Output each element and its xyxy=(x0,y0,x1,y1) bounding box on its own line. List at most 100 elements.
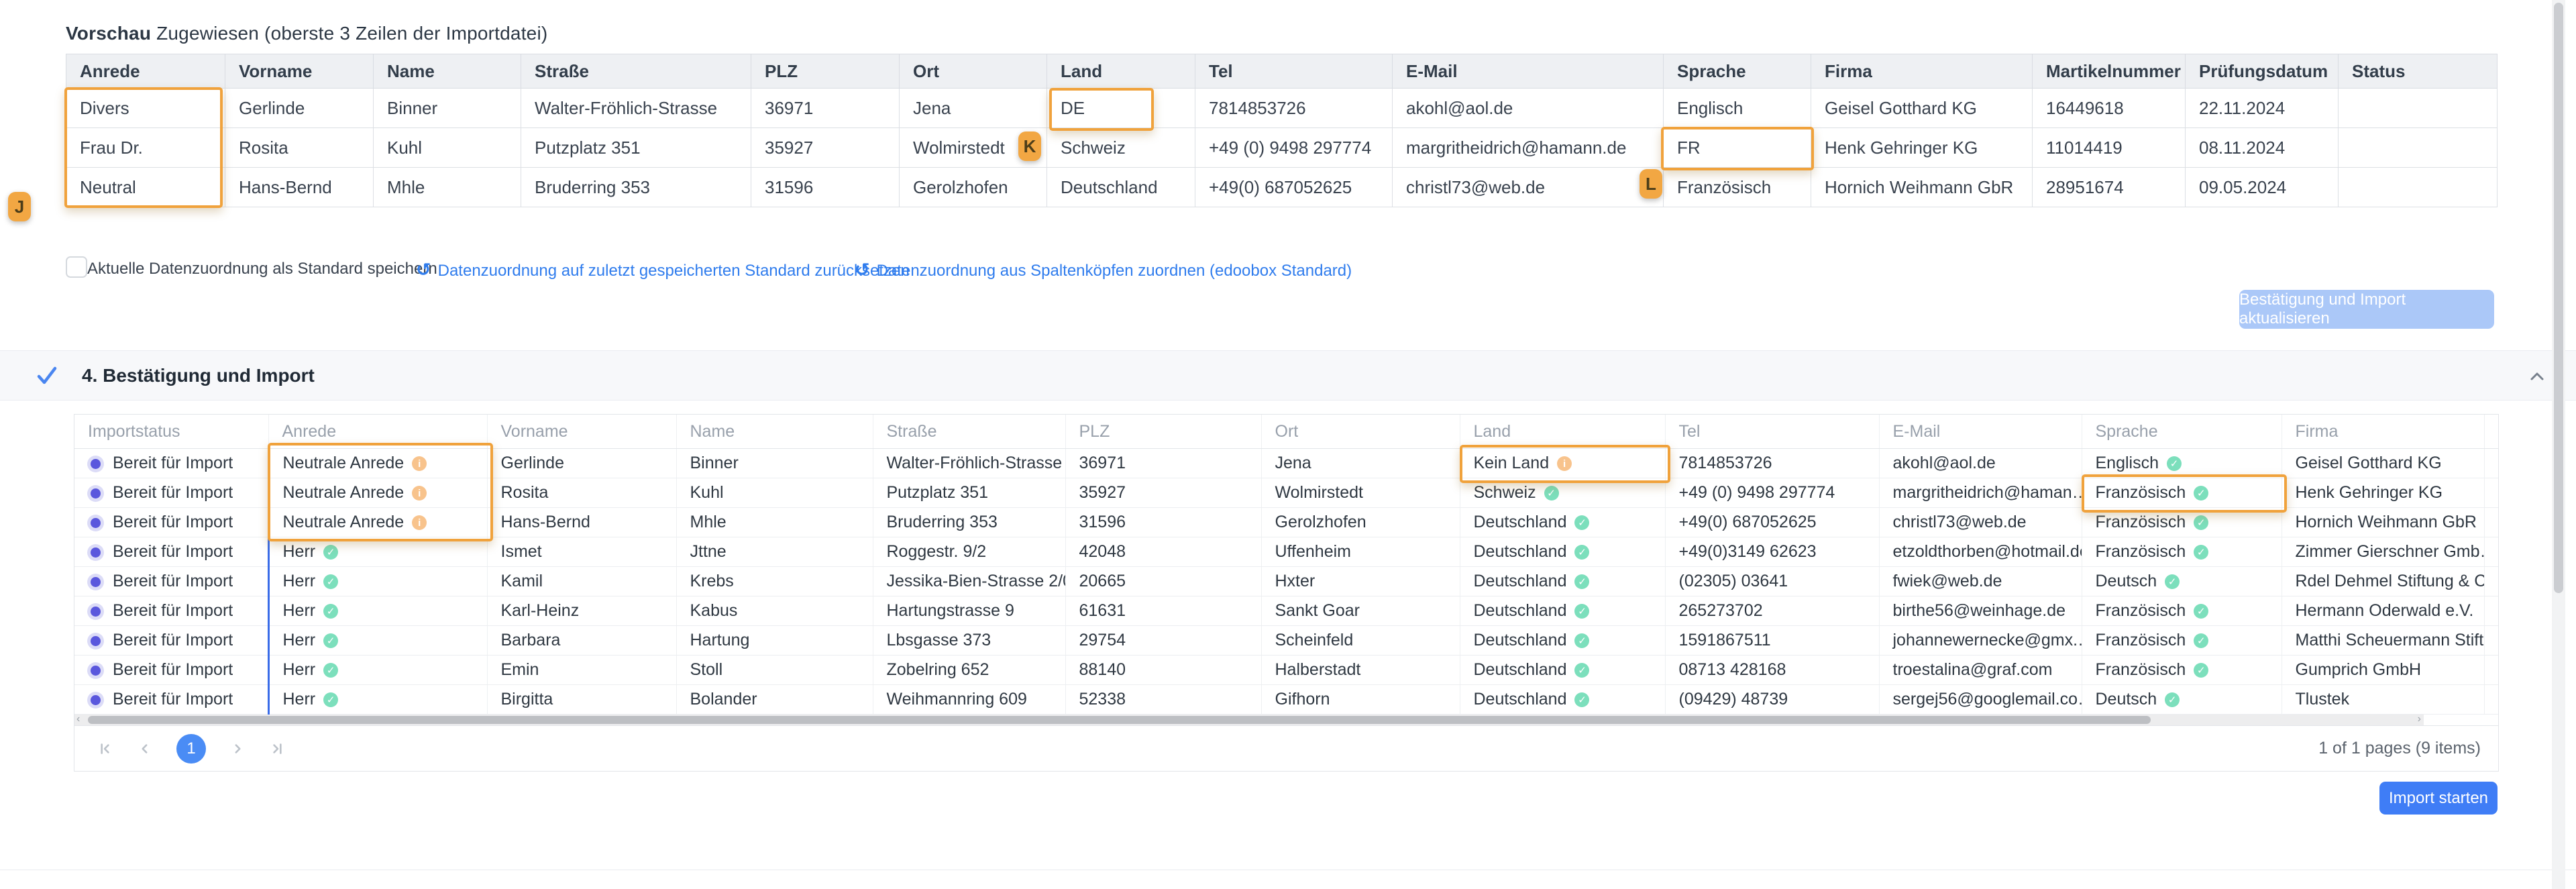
preview-column-header: Ort xyxy=(900,54,1047,89)
confirm-table-row[interactable]: Bereit für Import Herr Karl-Heinz Kabus … xyxy=(74,596,2498,626)
cell-spacer xyxy=(2484,596,2498,626)
cell-name: Kuhl xyxy=(374,128,521,168)
cell-sprache: Französisch xyxy=(2082,537,2282,567)
land-status-icon xyxy=(1544,486,1559,501)
cell-firma: Geisel Gotthard KG xyxy=(2282,449,2484,478)
confirm-column-header: Name xyxy=(676,415,873,449)
confirm-table-row[interactable]: Bereit für Import Herr Kamil Krebs Jessi… xyxy=(74,567,2498,596)
confirm-table: ImportstatusAnredeVornameNameStraßePLZOr… xyxy=(74,415,2498,715)
confirm-table-card: ImportstatusAnredeVornameNameStraßePLZOr… xyxy=(74,414,2499,772)
map-from-headers-link[interactable]: ↺Datenzuordnung aus Spaltenköpfen zuordn… xyxy=(855,260,1352,280)
section-check-icon xyxy=(35,364,59,388)
cell-land: Deutschland xyxy=(1460,537,1665,567)
reset-mapping-link[interactable]: ↺Datenzuordnung auf zuletzt gespeicherte… xyxy=(416,260,910,280)
cell-vorname: Rosita xyxy=(225,128,374,168)
cell-sprache: Französisch xyxy=(2082,596,2282,626)
cell-anrede: Neutrale Anrede xyxy=(268,449,487,478)
cell-email: christl73@web.de xyxy=(1879,508,2082,537)
cell-importstatus: Bereit für Import xyxy=(74,685,268,715)
confirm-table-row[interactable]: Bereit für Import Neutrale Anrede Gerlin… xyxy=(74,449,2498,478)
import-status-icon xyxy=(91,459,101,469)
cell-strasse: Putzplatz 351 xyxy=(873,478,1065,508)
preview-header-row: AnredeVornameNameStraßePLZOrtLandTelE-Ma… xyxy=(66,54,2498,89)
cell-strasse: Lbsgasse 373 xyxy=(873,626,1065,656)
cell-tel: 1591867511 xyxy=(1665,626,1879,656)
confirm-table-row[interactable]: Bereit für Import Neutrale Anrede Hans-B… xyxy=(74,508,2498,537)
current-page-button[interactable]: 1 xyxy=(176,734,206,764)
preview-title-bold: Vorschau xyxy=(66,23,151,44)
confirm-column-header: Firma xyxy=(2282,415,2484,449)
chevron-right-icon xyxy=(229,740,246,757)
update-confirmation-button[interactable]: Bestätigung und Import aktualisieren xyxy=(2239,290,2494,329)
confirm-table-row[interactable]: Bereit für Import Neutrale Anrede Rosita… xyxy=(74,478,2498,508)
confirm-table-row[interactable]: Bereit für Import Herr Barbara Hartung L… xyxy=(74,626,2498,656)
horizontal-scrollbar[interactable]: ‹ › xyxy=(74,715,2424,725)
cell-strasse: Putzplatz 351 xyxy=(521,128,751,168)
scroll-right-icon[interactable]: › xyxy=(2418,713,2421,725)
chevron-up-icon[interactable] xyxy=(2528,367,2546,386)
scroll-left-icon[interactable]: ‹ xyxy=(76,713,80,725)
confirm-table-row[interactable]: Bereit für Import Herr Emin Stoll Zobelr… xyxy=(74,656,2498,685)
cell-sprache: Französisch xyxy=(2082,626,2282,656)
horizontal-scrollbar-thumb[interactable] xyxy=(88,716,2151,724)
preview-title-rest: Zugewiesen (oberste 3 Zeilen der Importd… xyxy=(151,23,547,44)
confirm-column-header: E-Mail xyxy=(1879,415,2082,449)
preview-column-header: Straße xyxy=(521,54,751,89)
cell-firma: Henk Gehringer KG xyxy=(1811,128,2033,168)
cell-spacer xyxy=(2484,537,2498,567)
cell-land: DE xyxy=(1047,89,1195,128)
cell-plz: 52338 xyxy=(1065,685,1261,715)
cell-vorname: Ismet xyxy=(487,537,676,567)
cell-tel: 7814853726 xyxy=(1665,449,1879,478)
cell-ort: Halberstadt xyxy=(1261,656,1460,685)
cell-land: Deutschland xyxy=(1460,508,1665,537)
cell-sprache: FR xyxy=(1664,128,1811,168)
confirm-column-header: Anrede xyxy=(268,415,487,449)
last-page-button[interactable] xyxy=(269,740,286,757)
prev-page-button[interactable] xyxy=(136,740,154,757)
confirm-table-row[interactable]: Bereit für Import Herr Birgitta Bolander… xyxy=(74,685,2498,715)
land-status-icon xyxy=(1574,515,1589,530)
cell-anrede: Neutral xyxy=(66,168,225,207)
confirm-table-row[interactable]: Bereit für Import Herr Ismet Jttne Rogge… xyxy=(74,537,2498,567)
cell-ort: Jena xyxy=(1261,449,1460,478)
next-page-button[interactable] xyxy=(229,740,246,757)
cell-importstatus: Bereit für Import xyxy=(74,508,268,537)
cell-land: Deutschland xyxy=(1460,567,1665,596)
cell-plz: 61631 xyxy=(1065,596,1261,626)
confirm-column-header: Tel xyxy=(1665,415,1879,449)
cell-vorname: Gerlinde xyxy=(225,89,374,128)
cell-importstatus: Bereit für Import xyxy=(74,537,268,567)
preview-column-header: E-Mail xyxy=(1393,54,1664,89)
cell-sprache: Französisch xyxy=(1664,168,1811,207)
land-status-icon xyxy=(1574,574,1589,589)
anrede-status-icon xyxy=(412,486,427,501)
cell-name: Jttne xyxy=(676,537,873,567)
cell-ort: Scheinfeld xyxy=(1261,626,1460,656)
save-default-checkbox[interactable] xyxy=(66,256,87,278)
sprache-status-icon xyxy=(2165,574,2180,589)
sprache-status-icon xyxy=(2194,545,2208,560)
cell-pruefungsdatum: 08.11.2024 xyxy=(2186,128,2339,168)
preview-column-header: Firma xyxy=(1811,54,2033,89)
cell-email: christl73@web.de xyxy=(1393,168,1664,207)
pagination-bar: 1 1 of 1 pages (9 items) xyxy=(74,725,2498,771)
first-page-button[interactable] xyxy=(96,740,113,757)
vertical-scrollbar[interactable] xyxy=(2552,0,2565,889)
cell-vorname: Rosita xyxy=(487,478,676,508)
start-import-button[interactable]: Import starten xyxy=(2379,782,2498,815)
land-status-icon xyxy=(1574,604,1589,619)
cell-plz: 35927 xyxy=(751,128,900,168)
cell-plz: 20665 xyxy=(1065,567,1261,596)
cell-firma: Gumprich GmbH xyxy=(2282,656,2484,685)
chevron-left-icon xyxy=(136,740,154,757)
confirm-header-row: ImportstatusAnredeVornameNameStraßePLZOr… xyxy=(74,415,2498,449)
cell-anrede: Herr xyxy=(268,596,487,626)
cell-tel: +49(0) 687052625 xyxy=(1665,508,1879,537)
cell-name: Hartung xyxy=(676,626,873,656)
cell-name: Binner xyxy=(676,449,873,478)
cell-ort: Jena xyxy=(900,89,1047,128)
cell-ort: Sankt Goar xyxy=(1261,596,1460,626)
vertical-scrollbar-thumb[interactable] xyxy=(2554,3,2563,593)
cell-tel: 7814853726 xyxy=(1195,89,1393,128)
